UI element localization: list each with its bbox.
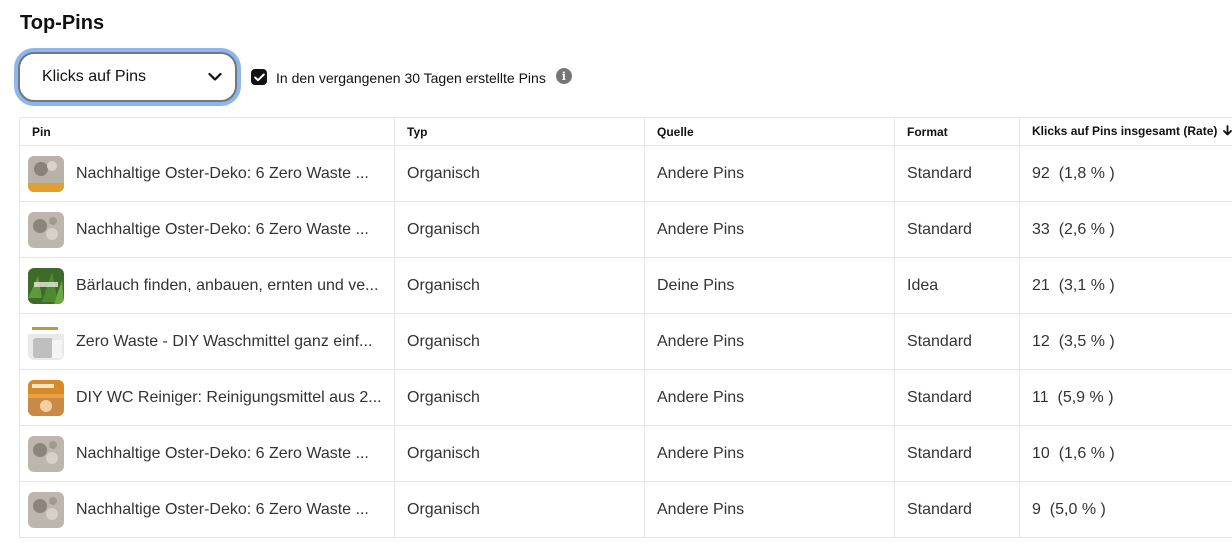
pin-thumbnail[interactable]	[28, 211, 64, 248]
pin-cell: Nachhaltige Oster-Deko: 6 Zero Waste ...	[19, 145, 395, 202]
clicks-cell: 11 (5,9 % )	[1019, 369, 1232, 426]
pin-thumbnail[interactable]	[28, 155, 64, 192]
pin-thumbnail[interactable]	[28, 435, 64, 472]
table-header-row: Pin Typ Quelle Format Klicks auf Pins in…	[19, 117, 1232, 146]
recent-pins-checkbox[interactable]	[251, 69, 267, 85]
pin-cell: Nachhaltige Oster-Deko: 6 Zero Waste ...	[19, 201, 395, 258]
recent-pins-label: In den vergangenen 30 Tagen erstellte Pi…	[276, 70, 546, 86]
pin-title[interactable]: DIY WC Reiniger: Reinigungsmittel aus 2.…	[76, 389, 382, 407]
pin-thumbnail[interactable]	[28, 323, 64, 360]
column-header-pin[interactable]: Pin	[19, 117, 395, 146]
filter-bar: Klicks auf Pins In den vergangenen 30 Ta…	[18, 52, 572, 102]
clicks-rate: (3,1 % )	[1058, 276, 1115, 294]
pin-cell: Zero Waste - DIY Waschmittel ganz einf..…	[19, 313, 395, 370]
clicks-cell: 33 (2,6 % )	[1019, 201, 1232, 258]
type-cell: Organisch	[394, 369, 645, 426]
pin-cell: DIY WC Reiniger: Reinigungsmittel aus 2.…	[19, 369, 395, 426]
format-cell: Standard	[894, 313, 1020, 370]
clicks-value: 9	[1032, 500, 1041, 518]
type-cell: Organisch	[394, 145, 645, 202]
clicks-value: 33	[1032, 220, 1050, 238]
type-cell: Organisch	[394, 481, 645, 538]
pin-cell: Nachhaltige Oster-Deko: 6 Zero Waste ...	[19, 481, 395, 538]
source-cell: Deine Pins	[644, 257, 895, 314]
recent-pins-filter: In den vergangenen 30 Tagen erstellte Pi…	[251, 68, 572, 86]
type-cell: Organisch	[394, 201, 645, 258]
clicks-rate: (5,0 % )	[1049, 500, 1106, 518]
clicks-rate: (2,6 % )	[1058, 220, 1115, 238]
column-header-type[interactable]: Typ	[394, 117, 645, 146]
page-title: Top-Pins	[20, 12, 105, 34]
format-cell: Idea	[894, 257, 1020, 314]
table-row[interactable]: Bärlauch finden, anbauen, ernten und ve.…	[19, 257, 1232, 314]
pin-title[interactable]: Bärlauch finden, anbauen, ernten und ve.…	[76, 277, 378, 295]
pin-title[interactable]: Nachhaltige Oster-Deko: 6 Zero Waste ...	[76, 445, 369, 463]
sort-down-arrow-icon	[1223, 125, 1232, 139]
clicks-cell: 21 (3,1 % )	[1019, 257, 1232, 314]
table-row[interactable]: DIY WC Reiniger: Reinigungsmittel aus 2.…	[19, 369, 1232, 426]
top-pins-panel: Top-Pins Klicks auf Pins In den vergange…	[0, 0, 1232, 545]
top-pins-table: Pin Typ Quelle Format Klicks auf Pins in…	[19, 117, 1232, 538]
clicks-value: 92	[1032, 164, 1050, 182]
clicks-cell: 92 (1,8 % )	[1019, 145, 1232, 202]
clicks-value: 12	[1032, 332, 1050, 350]
column-header-clicks[interactable]: Klicks auf Pins insgesamt (Rate)	[1019, 117, 1232, 146]
clicks-value: 10	[1032, 444, 1050, 462]
metric-dropdown[interactable]: Klicks auf Pins	[18, 52, 237, 102]
table-row[interactable]: Nachhaltige Oster-Deko: 6 Zero Waste ...…	[19, 201, 1232, 258]
column-header-source[interactable]: Quelle	[644, 117, 895, 146]
column-header-clicks-label: Klicks auf Pins insgesamt (Rate)	[1032, 124, 1218, 139]
type-cell: Organisch	[394, 425, 645, 482]
clicks-rate: (1,6 % )	[1058, 444, 1115, 462]
pin-title[interactable]: Zero Waste - DIY Waschmittel ganz einf..…	[76, 333, 372, 351]
pin-title[interactable]: Nachhaltige Oster-Deko: 6 Zero Waste ...	[76, 221, 369, 239]
clicks-rate: (1,8 % )	[1058, 164, 1115, 182]
format-cell: Standard	[894, 425, 1020, 482]
source-cell: Andere Pins	[644, 145, 895, 202]
type-cell: Organisch	[394, 257, 645, 314]
clicks-rate: (3,5 % )	[1058, 332, 1115, 350]
table-row[interactable]: Zero Waste - DIY Waschmittel ganz einf..…	[19, 313, 1232, 370]
format-cell: Standard	[894, 369, 1020, 426]
table-row[interactable]: Nachhaltige Oster-Deko: 6 Zero Waste ...…	[19, 425, 1232, 482]
source-cell: Andere Pins	[644, 201, 895, 258]
clicks-cell: 12 (3,5 % )	[1019, 313, 1232, 370]
pin-cell: Nachhaltige Oster-Deko: 6 Zero Waste ...	[19, 425, 395, 482]
table-row[interactable]: Nachhaltige Oster-Deko: 6 Zero Waste ...…	[19, 481, 1232, 538]
pin-thumbnail[interactable]	[28, 267, 64, 304]
pin-thumbnail[interactable]	[28, 491, 64, 528]
clicks-value: 11	[1032, 388, 1049, 406]
format-cell: Standard	[894, 481, 1020, 538]
clicks-cell: 9 (5,0 % )	[1019, 481, 1232, 538]
source-cell: Andere Pins	[644, 369, 895, 426]
pin-title[interactable]: Nachhaltige Oster-Deko: 6 Zero Waste ...	[76, 501, 369, 519]
pin-cell: Bärlauch finden, anbauen, ernten und ve.…	[19, 257, 395, 314]
metric-dropdown-value: Klicks auf Pins	[42, 68, 147, 85]
format-cell: Standard	[894, 201, 1020, 258]
source-cell: Andere Pins	[644, 313, 895, 370]
clicks-cell: 10 (1,6 % )	[1019, 425, 1232, 482]
pin-thumbnail[interactable]	[28, 379, 64, 416]
table-row[interactable]: Nachhaltige Oster-Deko: 6 Zero Waste ...…	[19, 145, 1232, 202]
clicks-value: 21	[1032, 276, 1050, 294]
format-cell: Standard	[894, 145, 1020, 202]
chevron-down-icon	[207, 69, 223, 85]
type-cell: Organisch	[394, 313, 645, 370]
source-cell: Andere Pins	[644, 425, 895, 482]
clicks-rate: (5,9 % )	[1057, 388, 1114, 406]
pin-title[interactable]: Nachhaltige Oster-Deko: 6 Zero Waste ...	[76, 165, 369, 183]
column-header-format[interactable]: Format	[894, 117, 1020, 146]
info-icon[interactable]: i	[555, 68, 572, 84]
source-cell: Andere Pins	[644, 481, 895, 538]
